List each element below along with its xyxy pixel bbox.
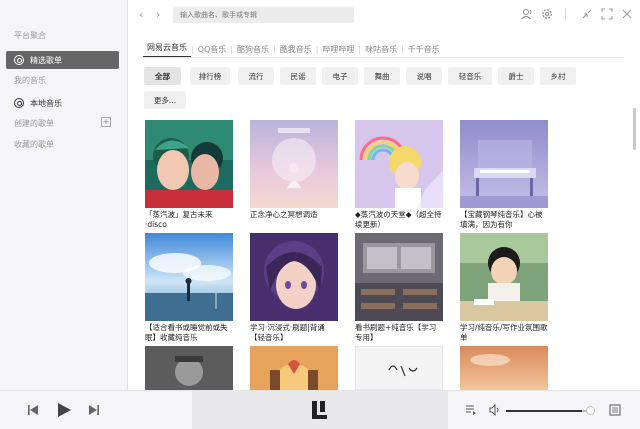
sidebar-platform-label: 平台聚合 [14, 31, 46, 40]
lyrics-panel-icon[interactable] [609, 404, 621, 416]
playlist-cover[interactable] [460, 346, 548, 390]
playlist-card[interactable]: ◆蒸汽波の天堂◆（超全持续更新） [355, 120, 443, 232]
forward-arrow-icon[interactable]: › [156, 8, 160, 21]
playlist-queue-icon[interactable] [465, 404, 477, 416]
tab-migu[interactable]: 咪咕音乐 [361, 44, 401, 55]
sidebar-item-label: 精选歌单 [30, 55, 62, 65]
previous-track-icon[interactable] [27, 404, 39, 416]
add-playlist-icon[interactable]: + [101, 117, 111, 127]
sidebar-item-featured-playlists[interactable]: 精选歌单 [6, 51, 119, 69]
playlist-cover[interactable] [145, 346, 233, 390]
category-chip-jazz[interactable]: 爵士 [498, 67, 534, 85]
sidebar-item-label: 本地音乐 [30, 98, 62, 108]
playlist-card[interactable]: 学习·沉浸式·刷题|背诵【轻音乐】 [250, 233, 338, 345]
playlist-cover[interactable] [355, 346, 443, 390]
sidebar-collected-playlists-label: 收藏的歌单 [14, 140, 54, 149]
playlist-cover[interactable] [250, 346, 338, 390]
playlist-card[interactable]: 正念净心之冥想调适 [250, 120, 338, 232]
tab-bilibili[interactable]: 哔哩哔哩 [318, 44, 358, 55]
fullscreen-icon[interactable] [600, 7, 614, 21]
app-window: 平台聚合 精选歌单 我的音乐 本地音乐 创建的歌单 + 收藏的歌单 ‹ › 网 [0, 0, 640, 429]
tab-qq[interactable]: QQ音乐 [194, 44, 231, 55]
playlist-title: 【适合看书或睡觉前或失眠】收藏纯音乐 [145, 323, 228, 342]
tab-kugou[interactable]: 酷狗音乐 [233, 44, 273, 55]
category-chip-folk[interactable]: 民谣 [280, 67, 316, 85]
playlist-title: 学习/纯音乐/写作业氛围歌单 [460, 323, 548, 342]
player-bar [0, 390, 640, 429]
scrollbar-track[interactable] [632, 30, 636, 388]
playlist-cover[interactable] [145, 120, 233, 208]
playlist-card[interactable]: 看书刷题+纯音乐【学习专用】 [355, 233, 443, 345]
disc-icon [14, 98, 24, 108]
playlist-cover[interactable] [355, 233, 443, 321]
playlist-cover[interactable] [355, 120, 443, 208]
playlist-title: 「蒸汽波」复古未来·disco [145, 210, 213, 229]
category-chip-dance[interactable]: 舞曲 [364, 67, 400, 85]
sidebar-created-playlists-label: 创建的歌单 [14, 119, 54, 128]
search-input[interactable] [173, 7, 354, 23]
playlist-cover[interactable] [460, 120, 548, 208]
playlist-cover[interactable] [250, 233, 338, 321]
volume-level [506, 410, 582, 412]
category-chip-all[interactable]: 全部 [144, 67, 181, 85]
playlist-title: 正念净心之冥想调适 [250, 210, 318, 219]
minimize-icon[interactable] [580, 7, 594, 21]
category-chip-more[interactable]: 更多... [144, 91, 186, 109]
playlist-card[interactable]: 【宝藏钢琴纯音乐】心被填满，因为有你 [460, 120, 548, 232]
category-chip-electronic[interactable]: 电子 [322, 67, 358, 85]
playlist-cover[interactable] [145, 233, 233, 321]
playlist-cover[interactable] [250, 120, 338, 208]
now-playing-area [192, 391, 448, 429]
category-chip-country[interactable]: 乡村 [540, 67, 576, 85]
user-icon[interactable] [520, 7, 534, 21]
source-tabs: 网易云音乐 | QQ音乐 | 酷狗音乐 | 酷我音乐 | 哔哩哔哩 | 咪咕音乐… [143, 42, 444, 57]
playlist-card[interactable]: 【适合看书或睡觉前或失眠】收藏纯音乐 [145, 233, 233, 345]
playlist-card[interactable]: 「蒸汽波」复古未来·disco [145, 120, 233, 232]
category-chip-light-music[interactable]: 轻音乐 [448, 67, 492, 85]
playlist-title: 学习·沉浸式·刷题|背诵【轻音乐】 [250, 323, 325, 342]
close-icon[interactable] [620, 7, 634, 21]
app-logo-icon [312, 401, 327, 419]
category-chip-rap[interactable]: 说唱 [406, 67, 442, 85]
volume-slider-handle[interactable] [586, 406, 595, 415]
tab-netease[interactable]: 网易云音乐 [143, 42, 191, 57]
volume-icon[interactable] [489, 404, 501, 416]
sidebar-item-local-music[interactable]: 本地音乐 [6, 94, 119, 112]
category-chip-charts[interactable]: 排行榜 [190, 67, 230, 85]
tab-kuwo[interactable]: 酷我音乐 [276, 44, 316, 55]
tab-qianqian[interactable]: 千千音乐 [404, 44, 444, 55]
playlist-title: 看书刷题+纯音乐【学习专用】 [355, 323, 437, 342]
playlist-title: 【宝藏钢琴纯音乐】心被填满，因为有你 [460, 210, 543, 229]
volume-slider[interactable] [506, 410, 590, 412]
back-arrow-icon[interactable]: ‹ [139, 8, 143, 21]
sidebar: 平台聚合 精选歌单 我的音乐 本地音乐 创建的歌单 + 收藏的歌单 [0, 0, 128, 390]
play-icon[interactable] [56, 402, 72, 418]
toolbar-divider [565, 8, 566, 20]
tab-underline-divider [143, 57, 624, 58]
gear-icon[interactable] [540, 7, 554, 21]
sidebar-my-music-label: 我的音乐 [14, 76, 46, 85]
disc-icon [14, 55, 24, 65]
playlist-card[interactable]: 学习/纯音乐/写作业氛围歌单 [460, 233, 548, 345]
category-chip-pop[interactable]: 流行 [238, 67, 274, 85]
next-track-icon[interactable] [88, 404, 100, 416]
playlist-title: ◆蒸汽波の天堂◆（超全持续更新） [355, 210, 442, 229]
playlist-cover[interactable] [460, 233, 548, 321]
scrollbar-thumb[interactable] [633, 108, 636, 150]
